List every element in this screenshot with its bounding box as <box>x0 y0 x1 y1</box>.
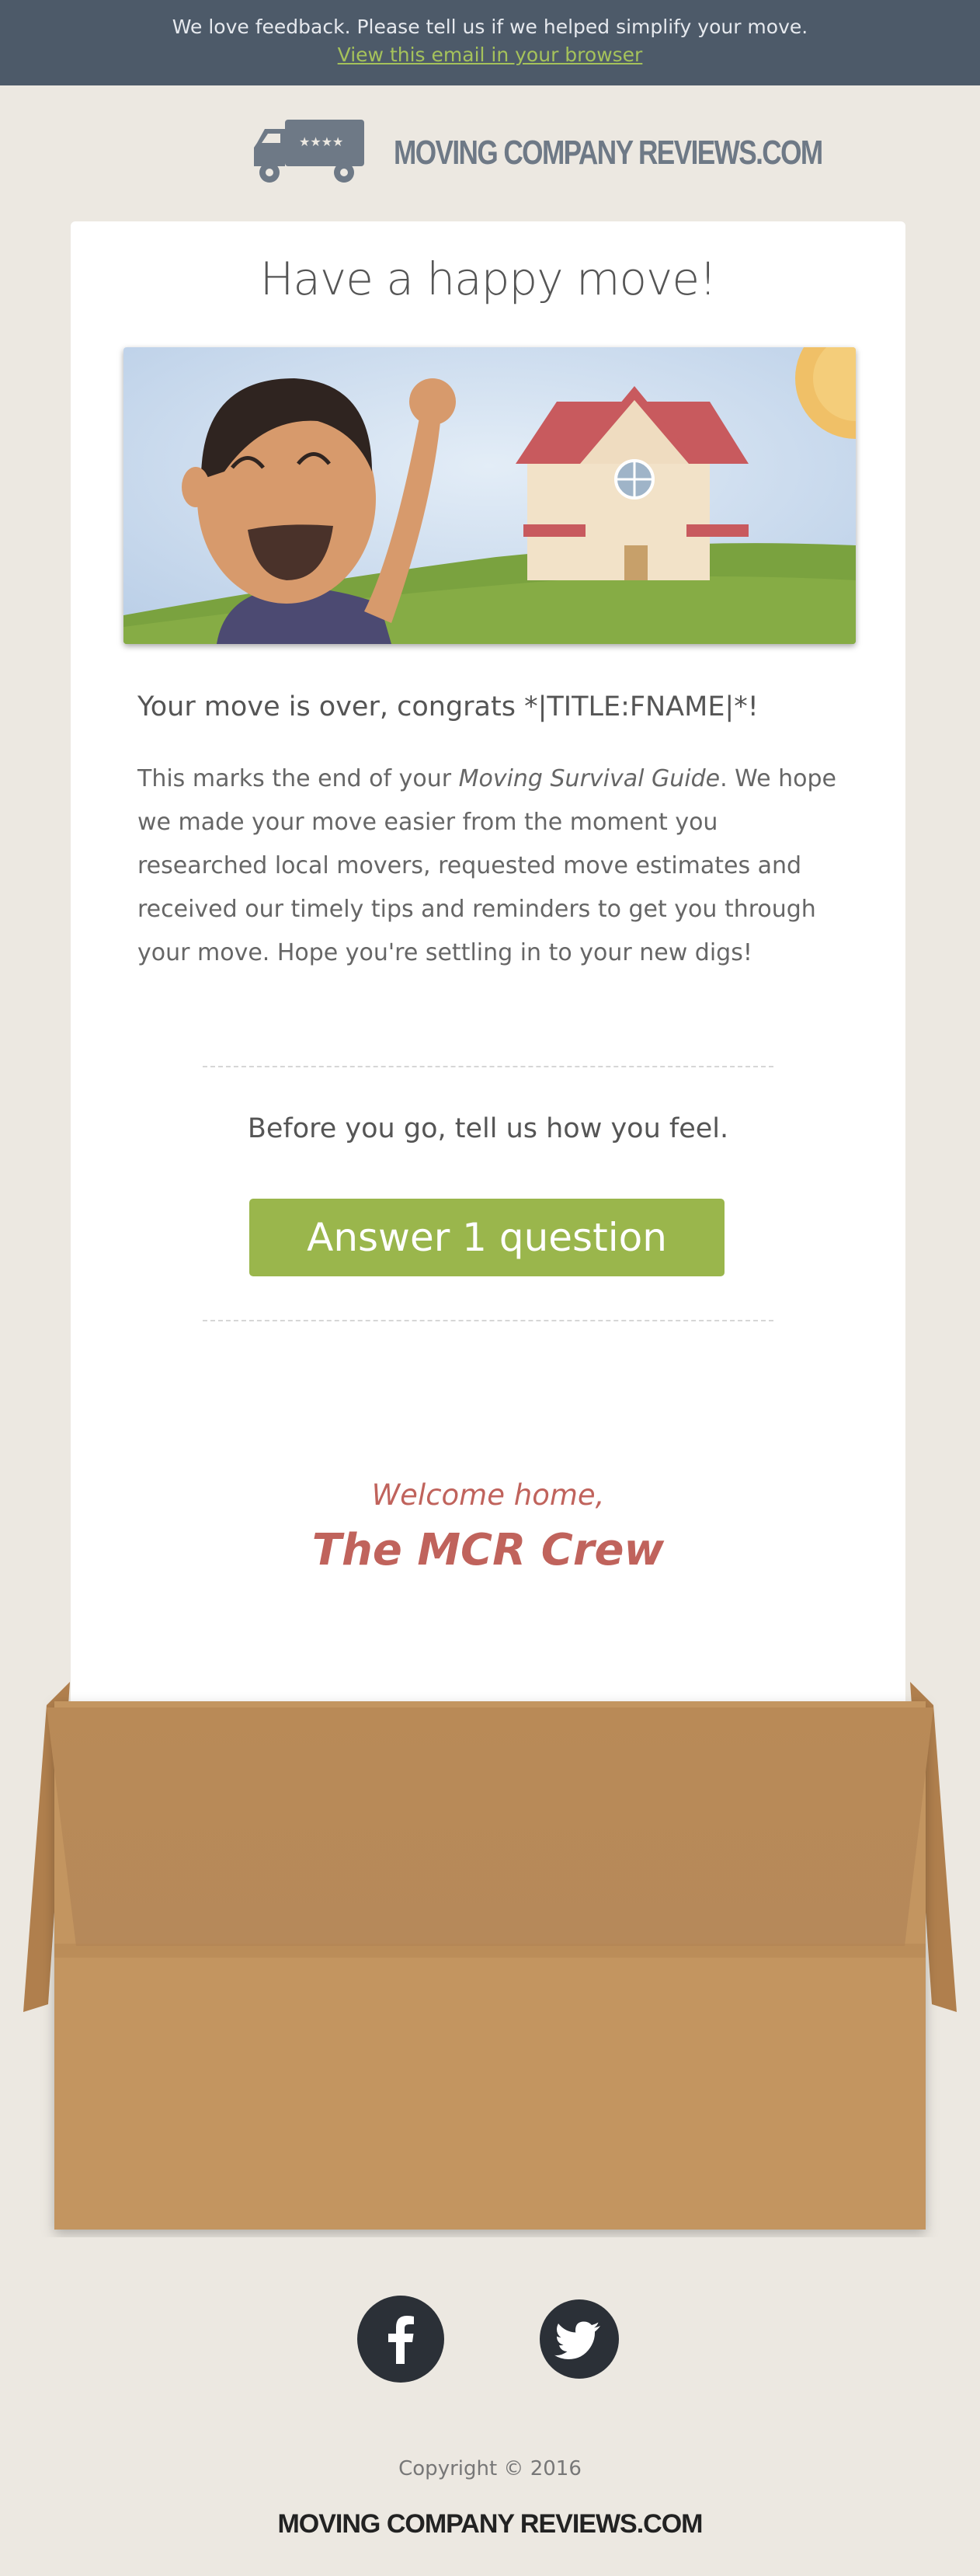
welcome-text: Welcome home, <box>371 1478 605 1512</box>
facebook-button[interactable] <box>357 2296 444 2383</box>
cardboard-box-illustration <box>0 1670 980 2237</box>
svg-text:★★★★: ★★★★ <box>299 134 343 149</box>
divider-bottom <box>203 1320 773 1321</box>
view-in-browser-link[interactable]: View this email in your browser <box>0 44 980 66</box>
divider-top <box>203 1066 773 1067</box>
answer-question-button[interactable]: Answer 1 question <box>249 1199 725 1276</box>
moving-truck-icon: ★★★★ <box>254 120 364 183</box>
preheader-bar: We love feedback. Please tell us if we h… <box>0 0 980 85</box>
greeting: Your move is over, congrats *|TITLE:FNAM… <box>137 691 759 722</box>
footer-logo[interactable]: MOVING COMPANY REVIEWS.COM <box>0 2509 980 2539</box>
twitter-button[interactable] <box>540 2299 619 2379</box>
signature: The MCR Crew <box>311 1525 665 1575</box>
survey-prompt: Before you go, tell us how you feel. <box>247 1113 729 1144</box>
facebook-icon <box>388 2316 414 2364</box>
header-logo[interactable]: ★★★★ MOVING COMPANY REVIEWS.COM <box>252 117 823 186</box>
copyright: Copyright © 2016 <box>398 2457 582 2480</box>
content-card: Have a happy move! Your move is over, co… <box>71 221 905 1709</box>
body-suffix: . We hope we made your move easier from … <box>137 765 836 966</box>
logo-wordmark: MOVING COMPANY REVIEWS.COM <box>394 134 823 172</box>
body-paragraph: This marks the end of your Moving Surviv… <box>137 757 836 975</box>
guide-title: Moving Survival Guide <box>458 765 721 792</box>
twitter-icon <box>554 2321 600 2359</box>
body-prefix: This marks the end of your <box>137 765 459 792</box>
feedback-message: We love feedback. Please tell us if we h… <box>172 16 808 38</box>
page-title: Have a happy move! <box>259 252 718 305</box>
hero-illustration <box>123 347 856 644</box>
